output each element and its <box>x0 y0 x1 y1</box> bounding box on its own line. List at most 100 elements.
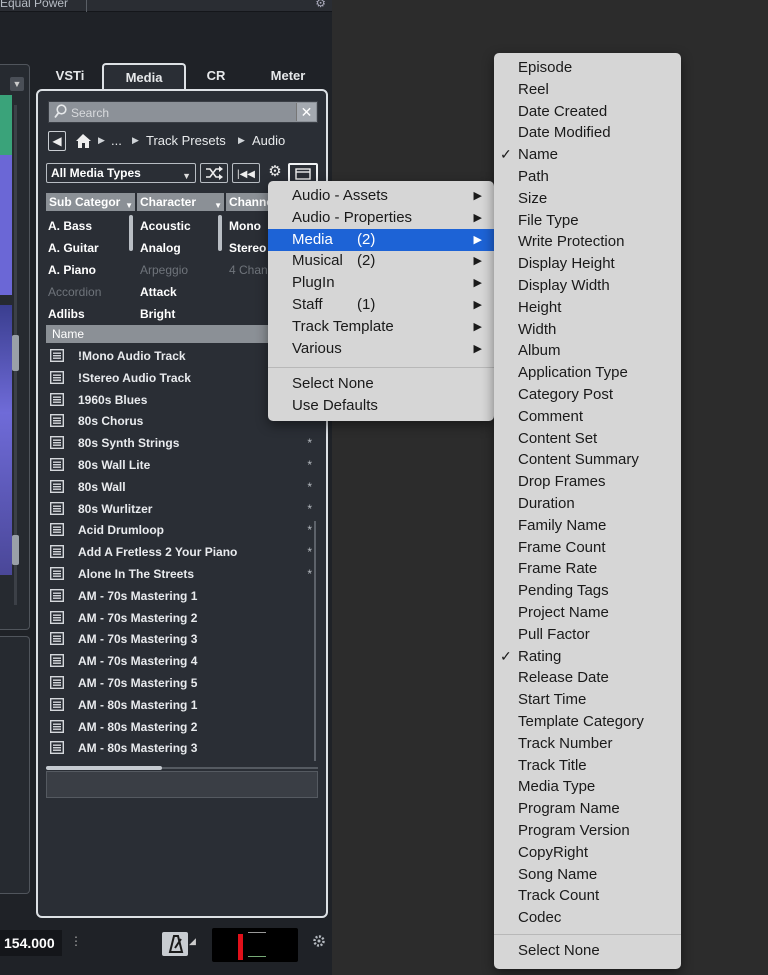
menu-item-attribute[interactable]: ✓ Name <box>494 146 681 167</box>
filter-scrollbar[interactable] <box>218 215 222 251</box>
metronome-button[interactable] <box>162 932 188 956</box>
filter-scrollbar[interactable] <box>129 215 133 251</box>
menu-item-category[interactable]: Staff (1) ▶ <box>268 294 494 316</box>
menu-item-attribute[interactable]: Family Name <box>494 517 681 538</box>
menu-item-attribute[interactable]: Pending Tags <box>494 582 681 603</box>
menu-item-attribute[interactable]: Song Name <box>494 866 681 887</box>
menu-item-attribute[interactable]: File Type <box>494 212 681 233</box>
list-item[interactable]: AM - 70s Mastering 2 <box>46 608 316 629</box>
menu-item-attribute[interactable]: Content Set <box>494 430 681 451</box>
menu-item-attribute[interactable]: Release Date <box>494 669 681 690</box>
rating-star[interactable]: * <box>307 523 312 537</box>
list-item[interactable]: Acid Drumloop * <box>46 520 316 541</box>
filter-item[interactable]: Attack <box>140 285 177 299</box>
close-icon[interactable]: ✕ <box>296 103 316 121</box>
results-column-header-name[interactable]: Name <box>46 325 276 343</box>
menu-item-attribute[interactable]: Frame Rate <box>494 560 681 581</box>
list-scrollbar[interactable] <box>314 521 316 761</box>
filter-item[interactable]: Adlibs <box>48 307 85 321</box>
tab-vsti[interactable]: VSTi <box>44 63 96 90</box>
list-item[interactable]: AM - 80s Mastering 1 <box>46 695 316 716</box>
list-item[interactable]: 80s Wall * <box>46 477 316 498</box>
rating-star[interactable]: * <box>307 567 312 581</box>
fader-handle[interactable] <box>12 335 19 371</box>
list-item[interactable]: 80s Wurlitzer * <box>46 499 316 520</box>
horizontal-scroll-thumb[interactable] <box>46 766 162 770</box>
menu-item-attribute[interactable]: Category Post <box>494 386 681 407</box>
filter-item[interactable]: Stereo <box>229 241 266 255</box>
menu-item-attribute[interactable]: Program Name <box>494 800 681 821</box>
filter-item[interactable]: 4 Chan <box>229 263 268 277</box>
menu-item-attribute[interactable]: Program Version <box>494 822 681 843</box>
menu-item-attribute[interactable]: Episode <box>494 59 681 80</box>
menu-item-attribute[interactable]: Content Summary <box>494 451 681 472</box>
breadcrumb-ellipsis[interactable]: ... <box>111 133 122 148</box>
settings-button[interactable]: ⚙ <box>264 163 286 183</box>
chevron-down-icon[interactable]: ◢ <box>189 936 196 947</box>
filter-item[interactable]: A. Guitar <box>48 241 99 255</box>
menu-item-attribute[interactable]: Application Type <box>494 364 681 385</box>
list-item[interactable]: AM - 80s Mastering 2 <box>46 717 316 738</box>
breadcrumb-track-presets[interactable]: Track Presets <box>146 133 226 148</box>
menu-item-attribute[interactable]: Track Count <box>494 887 681 908</box>
filter-header-character[interactable]: Character ▼ <box>137 193 224 211</box>
menu-item-attribute[interactable]: Path <box>494 168 681 189</box>
menu-item-attribute[interactable]: Reel <box>494 81 681 102</box>
breadcrumb-audio[interactable]: Audio <box>252 133 285 148</box>
rating-star[interactable]: * <box>307 458 312 472</box>
filter-item[interactable]: Analog <box>140 241 181 255</box>
menu-item-category[interactable]: Audio - Properties ▶ <box>268 207 494 229</box>
list-item[interactable]: AM - 70s Mastering 1 <box>46 586 316 607</box>
menu-item-attribute[interactable]: Write Protection <box>494 233 681 254</box>
filter-item[interactable]: Arpeggio <box>140 263 188 277</box>
menu-item-attribute[interactable]: Size <box>494 190 681 211</box>
menu-item-attribute[interactable]: Template Category <box>494 713 681 734</box>
menu-item-attribute[interactable]: Duration <box>494 495 681 516</box>
rating-star[interactable]: * <box>307 502 312 516</box>
home-icon[interactable] <box>75 133 95 149</box>
menu-item-attribute[interactable]: Media Type <box>494 778 681 799</box>
list-item[interactable]: AM - 70s Mastering 5 <box>46 673 316 694</box>
chevron-down-icon[interactable]: ▼ <box>10 77 24 91</box>
menu-item-attribute[interactable]: Comment <box>494 408 681 429</box>
list-item[interactable]: 80s Synth Strings * <box>46 433 316 454</box>
layout-button[interactable] <box>288 163 318 183</box>
select-none-button[interactable]: Select None <box>494 942 681 963</box>
menu-item-attribute[interactable]: Date Modified <box>494 124 681 145</box>
filter-header-sub-category[interactable]: Sub Categor ▼ <box>46 193 135 211</box>
menu-item-attribute[interactable]: Drop Frames <box>494 473 681 494</box>
menu-item-attribute[interactable]: Date Created <box>494 103 681 124</box>
list-item[interactable]: 80s Wall Lite * <box>46 455 316 476</box>
menu-item-attribute[interactable]: Height <box>494 299 681 320</box>
rewind-button[interactable]: |◀◀ <box>232 163 260 183</box>
list-item[interactable]: Add A Fretless 2 Your Piano * <box>46 542 316 563</box>
filter-item[interactable]: A. Bass <box>48 219 92 233</box>
tab-meter[interactable]: Meter <box>258 63 318 90</box>
gear-icon[interactable]: ⚙ <box>315 0 326 10</box>
list-item[interactable]: AM - 70s Mastering 4 <box>46 651 316 672</box>
list-item[interactable]: AM - 70s Mastering 3 <box>46 629 316 650</box>
menu-item-category[interactable]: Track Template ▶ <box>268 316 494 338</box>
menu-item-category[interactable]: Various ▶ <box>268 338 494 360</box>
menu-item-attribute[interactable]: CopyRight <box>494 844 681 865</box>
tab-cr[interactable]: CR <box>194 63 238 90</box>
use-defaults-button[interactable]: Use Defaults <box>268 397 494 419</box>
menu-item-attribute[interactable]: Display Height <box>494 255 681 276</box>
list-item[interactable]: Alone In The Streets * <box>46 564 316 585</box>
rating-star[interactable]: * <box>307 545 312 559</box>
menu-item-attribute[interactable]: Track Number <box>494 735 681 756</box>
menu-item-attribute[interactable]: ✓ Rating <box>494 648 681 669</box>
filter-item[interactable]: Bright <box>140 307 175 321</box>
menu-item-attribute[interactable]: Codec <box>494 909 681 930</box>
menu-item-attribute[interactable]: Track Title <box>494 757 681 778</box>
tempo-display[interactable]: 154.000 <box>0 930 62 956</box>
menu-item-attribute[interactable]: Start Time <box>494 691 681 712</box>
filter-item[interactable]: Mono <box>229 219 261 233</box>
fader-handle[interactable] <box>12 535 19 565</box>
back-button[interactable]: ◀ <box>48 131 66 151</box>
more-icon[interactable]: ⋮ <box>70 934 82 948</box>
gear-icon[interactable] <box>312 934 326 948</box>
media-type-select[interactable]: All Media Types ▼ <box>46 163 196 183</box>
menu-item-category[interactable]: Musical (2) ▶ <box>268 250 494 272</box>
list-item[interactable]: AM - 80s Mastering 3 <box>46 738 316 759</box>
